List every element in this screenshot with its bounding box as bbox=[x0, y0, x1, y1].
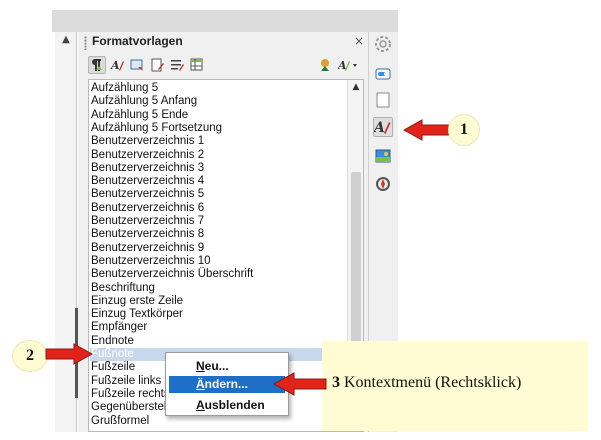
svg-text:A: A bbox=[374, 120, 385, 135]
list-item[interactable]: Benutzerverzeichnis Überschrift bbox=[90, 268, 347, 281]
context-menu-modify-label: ndern... bbox=[204, 377, 249, 391]
scroll-up-arrow-icon[interactable]: ▲ bbox=[55, 34, 77, 45]
navigator-icon bbox=[376, 177, 390, 191]
callout-3-label: Kontextmenü (Rechtsklick) bbox=[344, 374, 522, 391]
new-style-menu-button[interactable]: A bbox=[336, 56, 360, 74]
scroll-up-arrow-icon[interactable]: ▲ bbox=[348, 82, 363, 92]
context-menu-new[interactable]: Neu... bbox=[169, 358, 285, 375]
callout-1: 1 bbox=[448, 114, 480, 146]
context-menu-hide-mnemonic: A bbox=[196, 398, 205, 412]
sidebar-settings-button[interactable] bbox=[373, 34, 393, 54]
page-styles-button[interactable] bbox=[148, 56, 166, 74]
context-menu: Neu... Ändern... Ausblenden bbox=[165, 352, 289, 416]
list-item[interactable]: Benutzerverzeichnis 4 bbox=[90, 175, 347, 188]
list-item[interactable]: Einzug erste Zeile bbox=[90, 295, 347, 308]
list-item[interactable]: Aufzählung 5 Anfang bbox=[90, 95, 347, 108]
list-styles-icon bbox=[171, 60, 184, 71]
list-item[interactable]: Grußformel bbox=[90, 415, 347, 428]
styles-icon: A bbox=[374, 120, 391, 135]
fill-format-mode-button[interactable] bbox=[316, 56, 334, 74]
list-item[interactable]: Benutzerverzeichnis 10 bbox=[90, 255, 347, 268]
deck-grip-icon[interactable] bbox=[84, 36, 87, 50]
list-item[interactable]: Endnote bbox=[90, 335, 347, 348]
callout-2: 2 bbox=[12, 340, 48, 372]
callout-arrow-1-icon bbox=[402, 119, 451, 141]
list-item[interactable]: Benutzerverzeichnis 5 bbox=[90, 188, 347, 201]
context-menu-new-mnemonic: N bbox=[196, 359, 205, 373]
context-menu-modify[interactable]: Ändern... bbox=[169, 376, 285, 393]
list-item[interactable]: Aufzählung 5 Fortsetzung bbox=[90, 122, 347, 135]
sidebar-tab-properties[interactable] bbox=[373, 64, 393, 84]
frame-styles-button[interactable] bbox=[128, 56, 146, 74]
table-styles-button[interactable] bbox=[188, 56, 206, 74]
window-top-strip bbox=[52, 10, 398, 32]
svg-text:A: A bbox=[110, 59, 120, 72]
callout-3-number: 3 bbox=[332, 374, 340, 391]
list-item[interactable]: Aufzählung 5 Ende bbox=[90, 109, 347, 122]
close-deck-button[interactable]: × bbox=[354, 34, 364, 48]
list-styles-button[interactable] bbox=[168, 56, 186, 74]
new-style-from-selection-icon: A bbox=[338, 59, 357, 72]
list-item[interactable]: Aufzählung 5 bbox=[90, 82, 347, 95]
character-styles-icon: A bbox=[110, 59, 124, 72]
list-item[interactable]: Empfänger bbox=[90, 321, 347, 334]
context-menu-new-label: eu... bbox=[204, 359, 229, 373]
list-item[interactable]: Benutzerverzeichnis 1 bbox=[90, 135, 347, 148]
callout-3-text: 3 Kontextmenü (Rechtsklick) bbox=[332, 374, 521, 392]
context-menu-hide[interactable]: Ausblenden bbox=[169, 397, 285, 414]
sidebar-tab-gallery[interactable] bbox=[373, 146, 393, 166]
callout-arrow-2-icon bbox=[45, 343, 94, 365]
frame-styles-icon bbox=[130, 59, 143, 71]
list-item[interactable]: Benutzerverzeichnis 6 bbox=[90, 202, 347, 215]
styles-toolbar: A A bbox=[88, 56, 364, 74]
callout-arrow-3-icon bbox=[272, 372, 327, 396]
list-item[interactable]: Benutzerverzeichnis 8 bbox=[90, 228, 347, 241]
sidebar-tab-navigator[interactable] bbox=[373, 174, 393, 194]
gear-icon bbox=[375, 36, 391, 52]
properties-icon bbox=[375, 68, 391, 80]
fill-format-mode-icon bbox=[321, 59, 329, 71]
list-item[interactable]: Einzug Textkörper bbox=[90, 308, 347, 321]
list-item[interactable]: Benutzerverzeichnis 7 bbox=[90, 215, 347, 228]
list-item[interactable]: Beschriftung bbox=[90, 282, 347, 295]
paragraph-styles-icon bbox=[92, 59, 102, 71]
list-item[interactable]: Benutzerverzeichnis 9 bbox=[90, 242, 347, 255]
table-styles-icon bbox=[190, 58, 203, 71]
document-scrollbar[interactable]: ▲ bbox=[55, 32, 80, 432]
sidebar-tab-styles[interactable]: A bbox=[373, 117, 393, 137]
list-item[interactable]: Benutzerverzeichnis 3 bbox=[90, 162, 347, 175]
page-icon bbox=[376, 92, 390, 108]
sidebar-tab-page[interactable] bbox=[373, 90, 393, 110]
gallery-icon bbox=[375, 149, 391, 163]
deck-title: Formatvorlagen bbox=[92, 34, 183, 48]
context-menu-modify-mnemonic: Ä bbox=[196, 377, 205, 391]
page-styles-icon bbox=[151, 58, 164, 72]
context-menu-hide-label: usblenden bbox=[204, 398, 265, 412]
paragraph-styles-button[interactable] bbox=[88, 56, 106, 74]
character-styles-button[interactable]: A bbox=[108, 56, 126, 74]
list-item[interactable]: Benutzerverzeichnis 2 bbox=[90, 149, 347, 162]
